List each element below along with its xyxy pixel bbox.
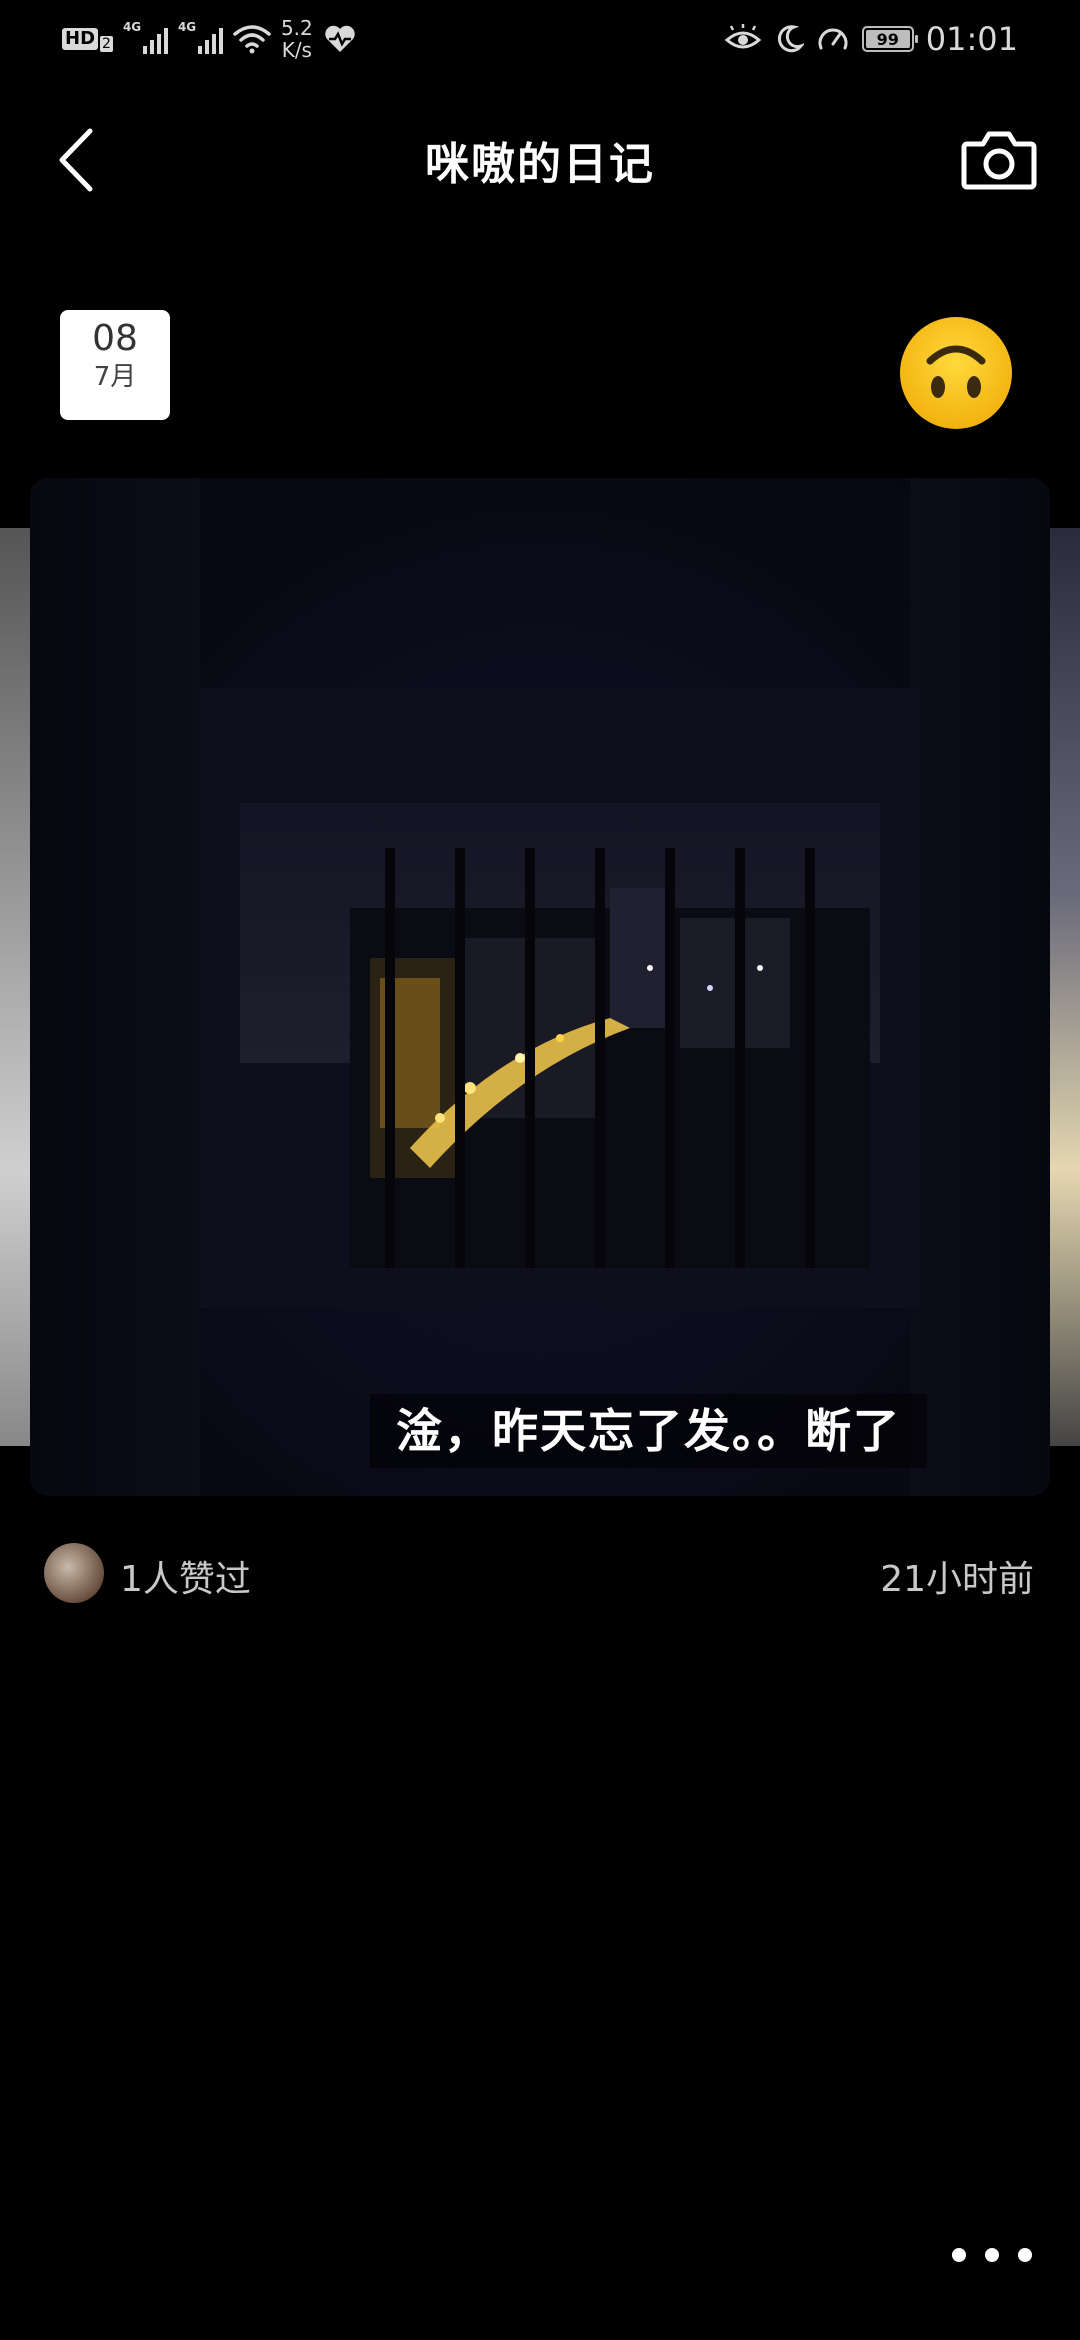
- health-heart-icon: [325, 25, 355, 52]
- battery-level: 99: [876, 29, 899, 49]
- photo-city-lights: [350, 848, 870, 1268]
- date-badge: 08 7月: [60, 310, 170, 420]
- camera-icon: [961, 131, 1037, 190]
- post-time: 21小时前: [880, 1559, 1034, 1600]
- avatar[interactable]: [44, 1543, 104, 1603]
- previous-photo-peek[interactable]: [0, 528, 30, 1446]
- photo-caption: 淦，昨天忘了发。。断了: [370, 1394, 927, 1468]
- network-speed-unit: K/s: [281, 38, 312, 62]
- more-dot-icon: [985, 2248, 999, 2262]
- camera-button[interactable]: [954, 120, 1044, 200]
- signal-strength-icon-2: 4G: [178, 20, 223, 54]
- hd-badge-label: HD: [62, 28, 99, 50]
- speedometer-icon: [818, 28, 848, 50]
- photo-curtain-left: [30, 478, 200, 1496]
- more-dot-icon: [1018, 2248, 1032, 2262]
- status-bar-left: HD 2 4G 4G 5.2 K/s: [62, 14, 357, 64]
- moon-icon: [777, 25, 804, 53]
- photo-curtain-right: [910, 478, 1050, 1496]
- app-header: 咪嗷的日记: [0, 100, 1080, 230]
- upside-down-face-icon: [900, 317, 1012, 429]
- status-bar: HD 2 4G 4G 5.2 K/s 99 01:01: [0, 0, 1080, 75]
- signal-2-label: 4G: [177, 20, 197, 34]
- more-options-button[interactable]: [952, 2230, 1032, 2280]
- hd-badge-sub: 2: [100, 36, 113, 52]
- date-day: 08: [92, 318, 138, 359]
- likes-count[interactable]: 1人赞过: [120, 1550, 251, 1602]
- eye-comfort-icon: [724, 24, 762, 49]
- status-time: 01:01: [925, 20, 1018, 58]
- more-dot-icon: [952, 2248, 966, 2262]
- diary-photo[interactable]: 淦，昨天忘了发。。断了: [30, 478, 1050, 1496]
- date-month: 7月: [93, 362, 137, 392]
- next-photo-peek[interactable]: [1050, 528, 1080, 1446]
- signal-1-label: 4G: [122, 20, 142, 34]
- status-bar-right: 99 01:01: [724, 14, 1018, 64]
- likes-row: 1人赞过 21小时前: [44, 1540, 1044, 1610]
- signal-strength-icon-1: 4G: [123, 20, 168, 54]
- wifi-icon: [233, 25, 271, 54]
- hd-badge: HD 2: [62, 26, 113, 52]
- page-title: 咪嗷的日记: [425, 139, 655, 190]
- network-speed-value: 5.2: [280, 16, 313, 40]
- network-speed: 5.2 K/s: [281, 17, 313, 61]
- battery-icon: 99: [861, 26, 918, 52]
